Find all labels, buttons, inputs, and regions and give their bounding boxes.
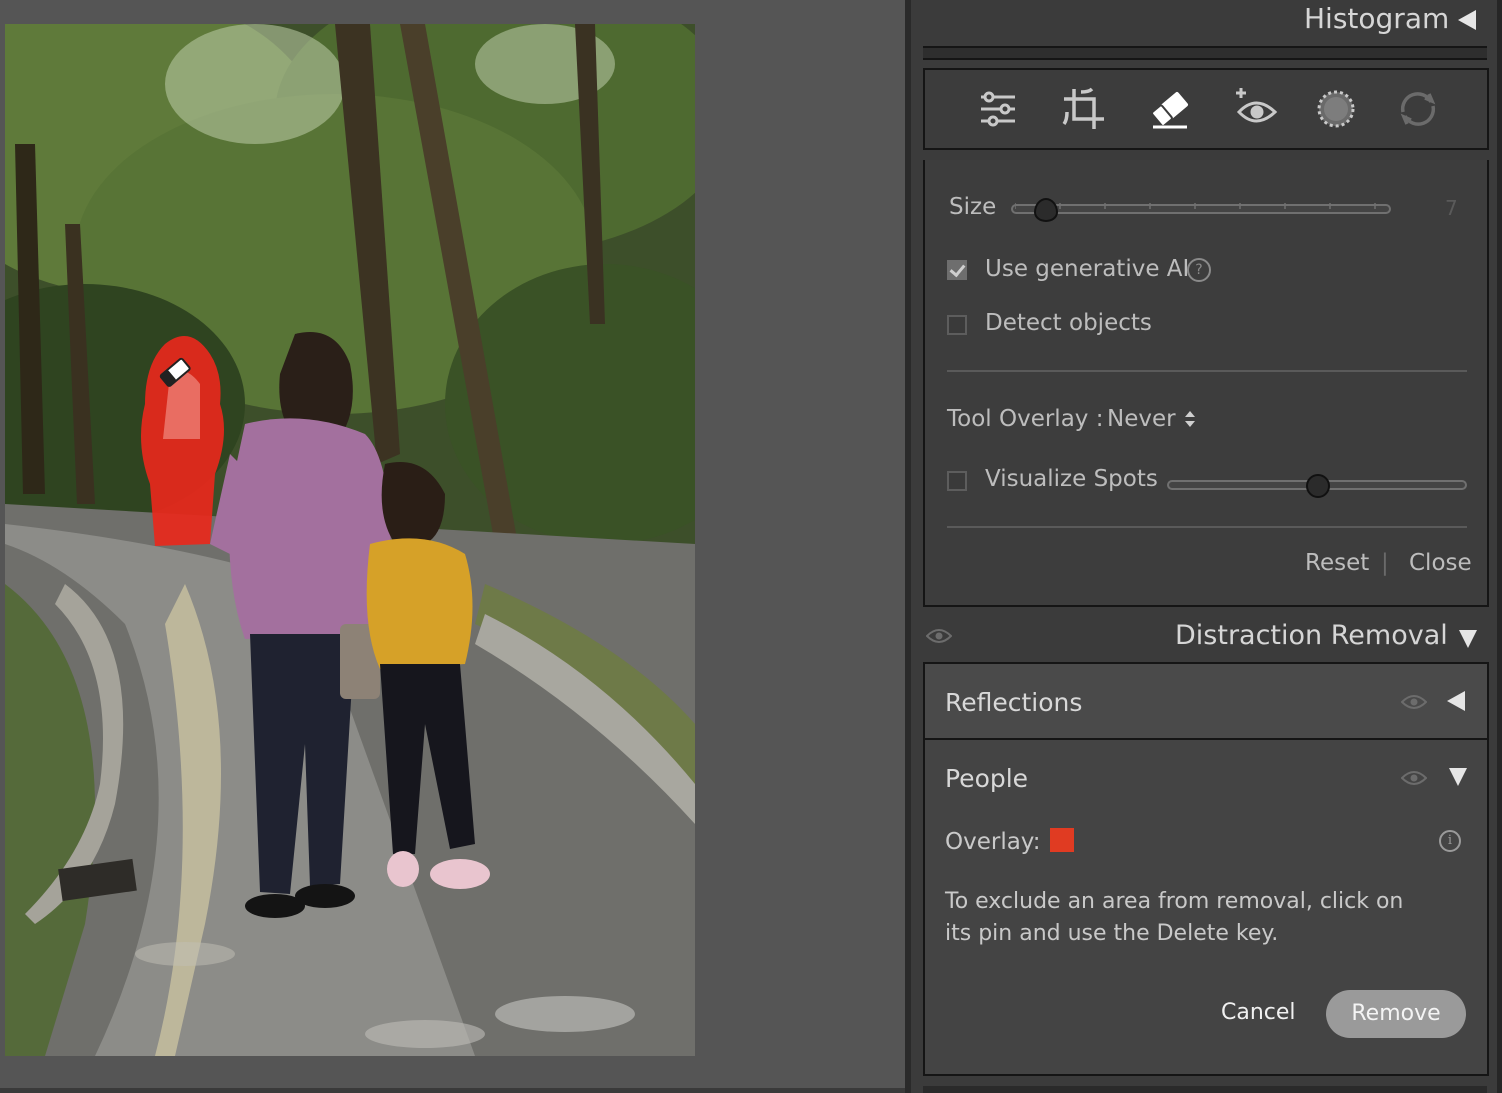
- photo-preview[interactable]: [5, 24, 695, 1056]
- overlay-label: Overlay:: [945, 829, 1041, 855]
- visualize-spots-thumb[interactable]: [1306, 474, 1330, 498]
- use-ai-label: Use generative AI: [985, 256, 1190, 282]
- size-slider-ticks: [1014, 198, 1387, 209]
- distraction-removal-collapse-icon[interactable]: [1459, 630, 1477, 648]
- distraction-removal-panel: Reflections People Overlay: i To exclude…: [923, 662, 1489, 1076]
- people-collapse-icon[interactable]: [1449, 768, 1467, 786]
- help-icon[interactable]: ?: [1187, 258, 1211, 282]
- reflections-eye-icon[interactable]: [1400, 694, 1428, 710]
- options-divider-2: [947, 526, 1467, 528]
- tool-strip: [923, 68, 1489, 150]
- reflections-label: Reflections: [945, 688, 1083, 717]
- histogram-area: [923, 46, 1487, 60]
- distraction-removal-header[interactable]: Distraction Removal: [911, 608, 1497, 664]
- panel-right-edge: [1497, 0, 1502, 1093]
- distraction-removal-title: Distraction Removal: [1175, 620, 1448, 651]
- sliders-icon[interactable]: [973, 84, 1023, 134]
- size-label: Size: [949, 194, 997, 220]
- cancel-button[interactable]: Cancel: [1221, 1000, 1296, 1025]
- instructions-line-2: its pin and use the Delete key.: [945, 921, 1279, 946]
- close-button[interactable]: Close: [1409, 550, 1472, 576]
- visualize-spots-checkbox[interactable]: [947, 471, 967, 491]
- reflections-row[interactable]: Reflections: [925, 664, 1487, 740]
- tool-overlay-select[interactable]: Never: [1107, 406, 1176, 432]
- select-arrows-icon[interactable]: [1184, 410, 1196, 428]
- people-label[interactable]: People: [945, 764, 1028, 793]
- presets-icon[interactable]: [1393, 84, 1443, 134]
- people-eye-icon[interactable]: [1400, 770, 1428, 786]
- reset-button[interactable]: Reset: [1305, 550, 1369, 576]
- reflections-expand-icon[interactable]: [1447, 691, 1465, 711]
- eye-icon[interactable]: [925, 628, 953, 644]
- instructions-line-1: To exclude an area from removal, click o…: [945, 889, 1404, 914]
- tool-overlay-label: Tool Overlay :: [947, 406, 1104, 432]
- mask-icon[interactable]: [1311, 84, 1361, 134]
- use-ai-checkbox[interactable]: [947, 260, 967, 280]
- histogram-collapse-icon[interactable]: [1458, 10, 1476, 30]
- image-canvas[interactable]: [0, 0, 905, 1093]
- forest-path-photo: [5, 24, 695, 1056]
- eraser-icon[interactable]: [1145, 84, 1195, 134]
- histogram-title[interactable]: Histogram: [1304, 2, 1449, 35]
- visualize-spots-label: Visualize Spots: [985, 466, 1158, 492]
- detect-objects-checkbox[interactable]: [947, 315, 967, 335]
- remove-tool-options: Size 7 Use generative AI ? Detect object…: [923, 160, 1489, 607]
- options-divider-1: [947, 370, 1467, 372]
- crop-icon[interactable]: [1059, 84, 1109, 134]
- panel-bottom-strip: [923, 1086, 1487, 1093]
- overlay-color-swatch[interactable]: [1050, 828, 1074, 852]
- remove-button[interactable]: Remove: [1326, 990, 1466, 1038]
- canvas-bottom-edge: [0, 1088, 905, 1093]
- reset-close-separator: |: [1381, 550, 1389, 576]
- info-icon[interactable]: i: [1439, 830, 1461, 852]
- size-slider-thumb[interactable]: [1034, 198, 1058, 222]
- size-value: 7: [1445, 196, 1458, 220]
- red-eye-icon[interactable]: [1231, 84, 1281, 134]
- detect-objects-label: Detect objects: [985, 310, 1152, 336]
